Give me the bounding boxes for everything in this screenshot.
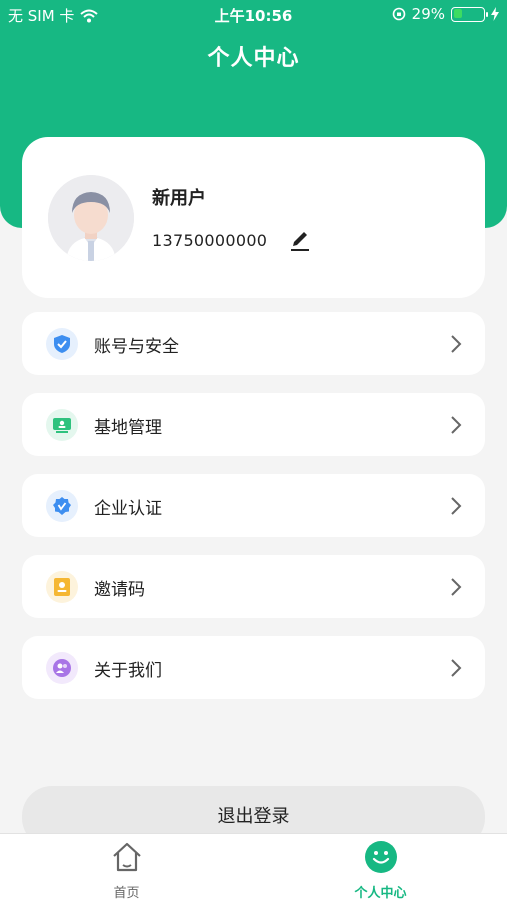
battery-icon [451,6,488,22]
home-icon [112,842,141,872]
tab-bar: 首页 个人中心 [0,833,507,900]
menu-icon-wrap [46,490,78,522]
menu-icon-wrap [46,328,78,360]
menu-label: 企业认证 [94,499,162,519]
charging-icon [491,7,499,21]
page-title: 个人中心 [207,46,300,71]
menu-icon-wrap [46,571,78,603]
menu-item-base-management[interactable]: 基地管理 [22,393,485,456]
tab-label: 个人中心 [354,886,407,900]
card-icon [54,578,70,596]
menu-icon-wrap [46,652,78,684]
user-phone: 13750000000 [152,231,268,250]
chevron-right-icon [451,659,462,677]
monitor-icon [53,418,71,433]
tab-home[interactable]: 首页 [0,834,253,900]
menu-item-account-security[interactable]: 账号与安全 [22,312,485,375]
chevron-right-icon [451,578,462,596]
battery-level-fill [453,9,462,18]
menu-label: 邀请码 [94,580,145,600]
smile-icon [364,841,397,873]
battery-percent: 29% [411,5,445,23]
user-avatar-icon [48,175,134,261]
chevron-right-icon [451,335,462,353]
user-name: 新用户 [152,188,206,209]
tab-profile[interactable]: 个人中心 [254,834,507,900]
menu-item-invitation-code[interactable]: 邀请码 [22,555,485,618]
menu-icon-wrap [46,409,78,441]
shield-check-icon [54,335,70,353]
badge-check-icon [53,497,71,515]
people-icon [53,659,71,677]
menu-label: 基地管理 [94,418,162,438]
menu-item-enterprise-certification[interactable]: 企业认证 [22,474,485,537]
edit-pencil-icon[interactable] [287,227,313,253]
tab-label: 首页 [113,886,140,900]
chevron-right-icon [451,416,462,434]
avatar[interactable] [48,175,134,261]
profile-card: 新用户 13750000000 [22,137,485,298]
menu-label: 账号与安全 [94,337,179,357]
menu-label: 关于我们 [94,661,162,681]
status-bar: 无 SIM 卡 上午10:56 29% [0,0,507,30]
menu-item-about-us[interactable]: 关于我们 [22,636,485,699]
chevron-right-icon [451,497,462,515]
orientation-lock-icon [392,7,405,21]
